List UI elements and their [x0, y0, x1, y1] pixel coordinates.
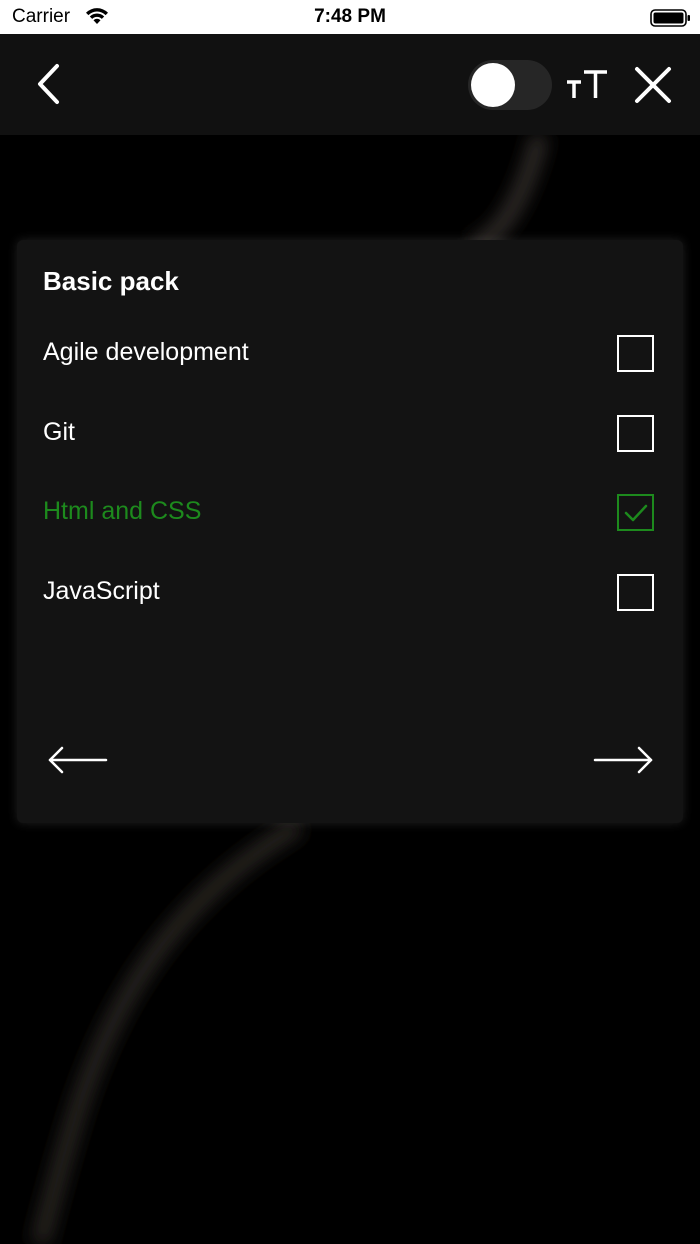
option-label: Git: [43, 418, 75, 446]
option-checkbox-checked[interactable]: [617, 494, 654, 531]
status-time: 7:48 PM: [314, 6, 386, 27]
chevron-left-icon[interactable]: [30, 62, 70, 106]
checkmark-icon: [624, 504, 648, 522]
option-checkbox[interactable]: [617, 415, 654, 452]
option-row[interactable]: JavaScript: [17, 563, 683, 623]
option-row[interactable]: Agile development: [17, 324, 683, 384]
theme-toggle-knob: [471, 63, 515, 107]
option-label: JavaScript: [43, 577, 160, 605]
text-size-icon[interactable]: [562, 60, 612, 108]
status-bar: Carrier 7:48 PM: [0, 0, 700, 34]
arrow-left-icon[interactable]: [46, 740, 108, 780]
option-label: Html and CSS: [43, 497, 202, 525]
theme-toggle[interactable]: [468, 60, 552, 110]
quiz-card: Basic pack Agile development Git Html an…: [17, 240, 683, 823]
option-checkbox[interactable]: [617, 574, 654, 611]
option-row[interactable]: Git: [17, 404, 683, 464]
option-label: Agile development: [43, 338, 249, 366]
option-checkbox[interactable]: [617, 335, 654, 372]
card-title: Basic pack: [43, 266, 179, 296]
arrow-right-icon[interactable]: [593, 740, 655, 780]
close-icon[interactable]: [630, 62, 676, 108]
nav-bar: [0, 34, 700, 135]
battery-icon: [650, 9, 690, 27]
option-row-selected[interactable]: Html and CSS: [17, 483, 683, 543]
